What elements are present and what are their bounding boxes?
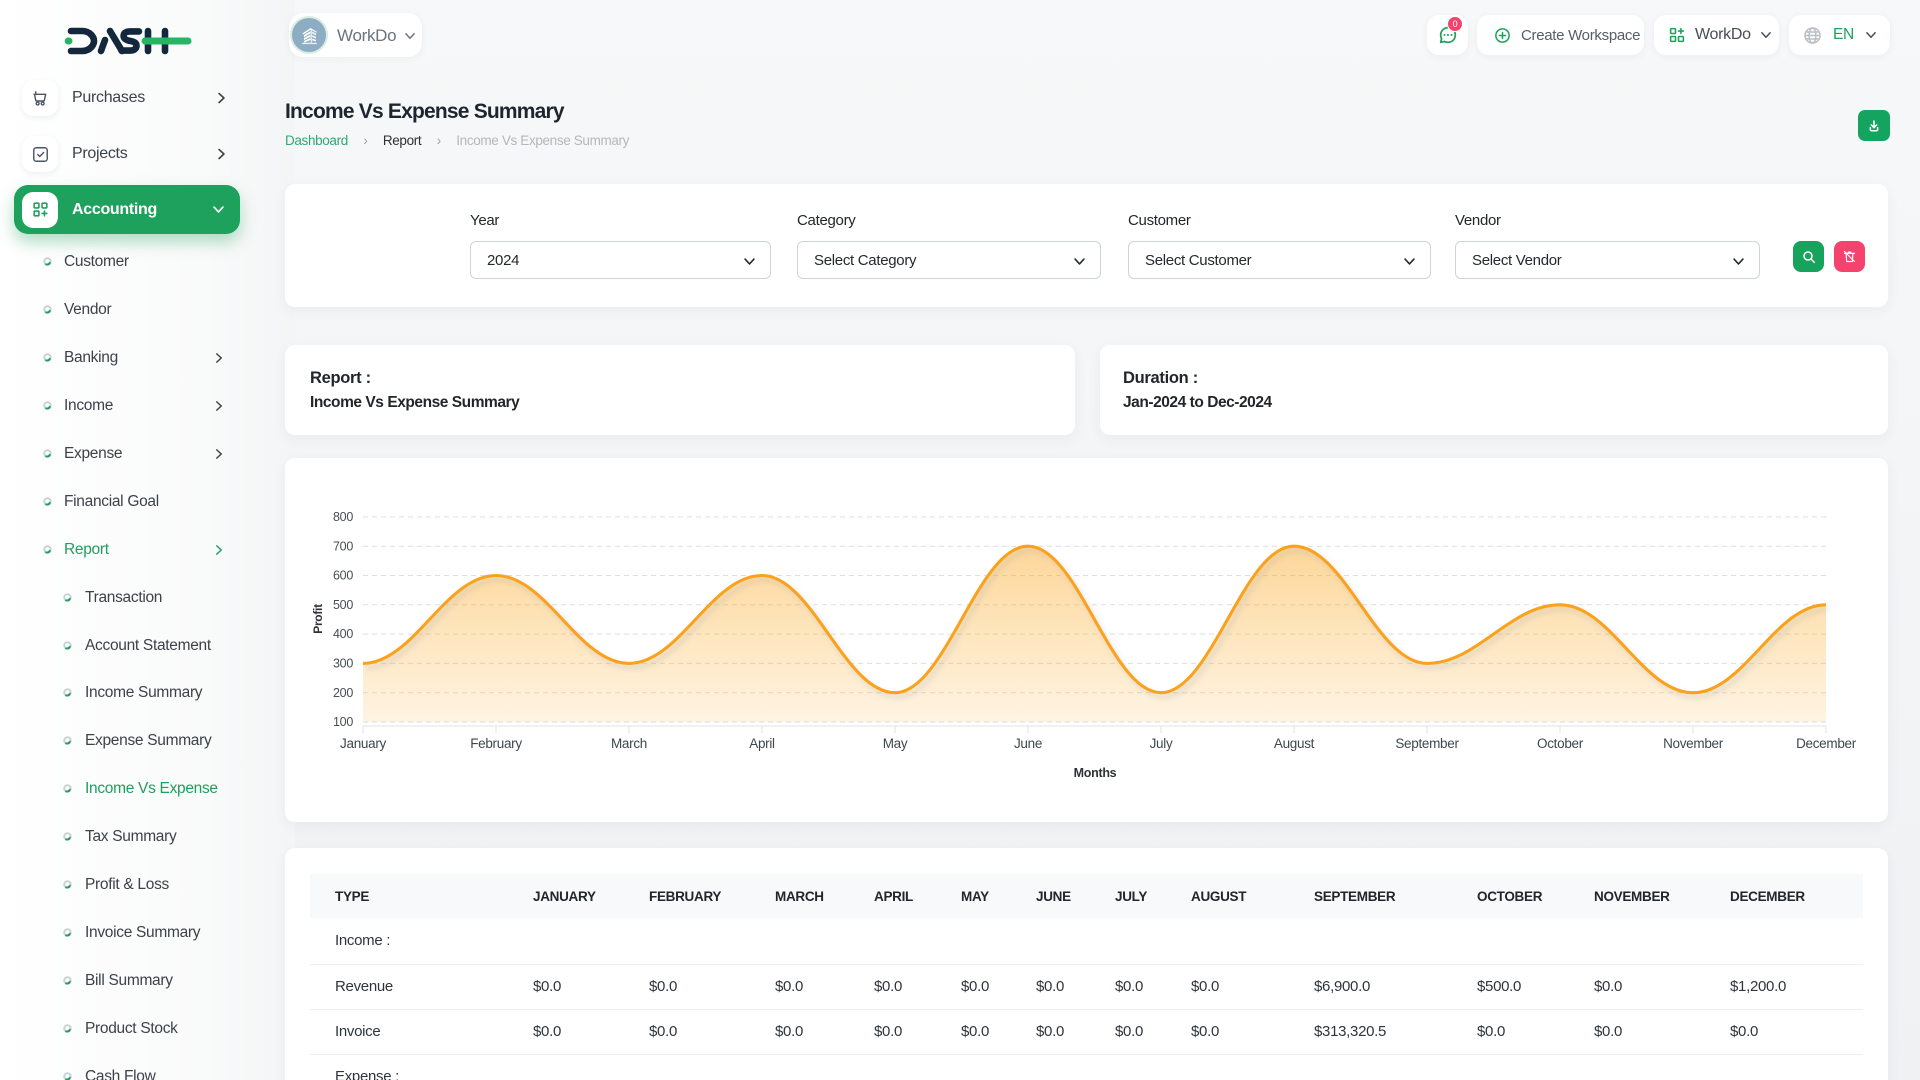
svg-text:200: 200 bbox=[333, 686, 353, 700]
svg-text:700: 700 bbox=[333, 539, 353, 553]
svg-text:December: December bbox=[1796, 736, 1857, 751]
svg-text:600: 600 bbox=[333, 569, 353, 583]
svg-text:300: 300 bbox=[333, 657, 353, 671]
svg-text:July: July bbox=[1150, 736, 1173, 751]
svg-text:April: April bbox=[749, 736, 775, 751]
svg-text:February: February bbox=[470, 736, 522, 751]
svg-text:Profit: Profit bbox=[311, 604, 325, 634]
svg-text:June: June bbox=[1014, 736, 1042, 751]
svg-text:March: March bbox=[611, 736, 647, 751]
svg-text:Months: Months bbox=[1074, 766, 1117, 780]
svg-text:September: September bbox=[1395, 736, 1459, 751]
svg-text:October: October bbox=[1537, 736, 1584, 751]
svg-text:100: 100 bbox=[333, 715, 353, 729]
svg-text:800: 800 bbox=[333, 510, 353, 524]
svg-text:January: January bbox=[340, 736, 386, 751]
svg-text:May: May bbox=[883, 736, 908, 751]
svg-text:500: 500 bbox=[333, 598, 353, 612]
svg-text:400: 400 bbox=[333, 627, 353, 641]
svg-text:August: August bbox=[1274, 736, 1315, 751]
svg-text:November: November bbox=[1663, 736, 1724, 751]
